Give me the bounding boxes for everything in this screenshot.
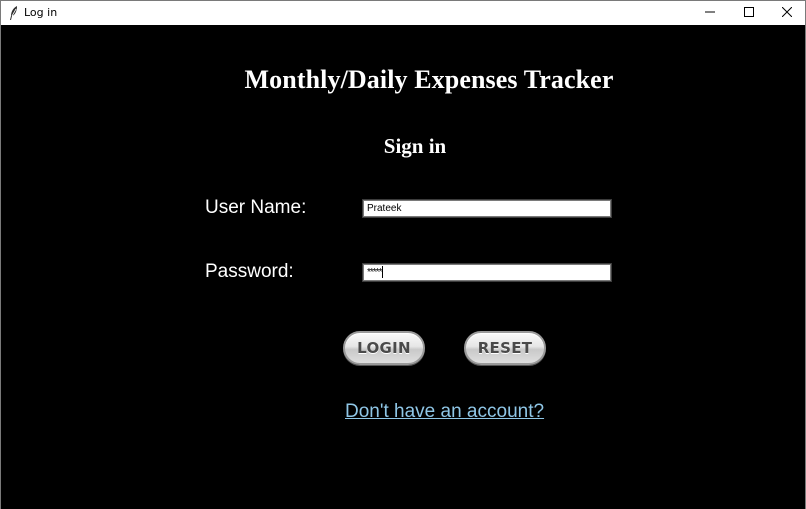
- feather-icon: [9, 5, 19, 21]
- username-field[interactable]: Prateek: [362, 199, 612, 218]
- password-mask: *****: [367, 267, 383, 278]
- reset-button[interactable]: RESET: [464, 331, 546, 365]
- password-field[interactable]: *****: [362, 263, 612, 282]
- sign-in-heading: Sign in: [383, 134, 447, 158]
- password-label: Password:: [205, 261, 294, 282]
- login-panel: Monthly/Daily Expenses Tracker Sign in U…: [1, 25, 805, 509]
- username-label: User Name:: [205, 197, 307, 218]
- app-heading: Monthly/Daily Expenses Tracker: [244, 65, 614, 94]
- close-icon: [781, 4, 793, 22]
- window-title: Log in: [24, 6, 58, 19]
- maximize-button[interactable]: [730, 1, 768, 25]
- app-window: Log in Monthly/Daily Expenses Tracker Si…: [0, 0, 806, 509]
- minimize-icon: [705, 4, 715, 22]
- close-button[interactable]: [768, 1, 806, 25]
- username-value: Prateek: [367, 203, 402, 214]
- minimize-button[interactable]: [691, 1, 729, 25]
- text-caret: [382, 266, 384, 279]
- title-bar[interactable]: Log in: [1, 1, 805, 25]
- login-button[interactable]: LOGIN: [343, 331, 425, 365]
- maximize-icon: [744, 4, 754, 22]
- signup-link[interactable]: Don't have an account?: [345, 401, 544, 423]
